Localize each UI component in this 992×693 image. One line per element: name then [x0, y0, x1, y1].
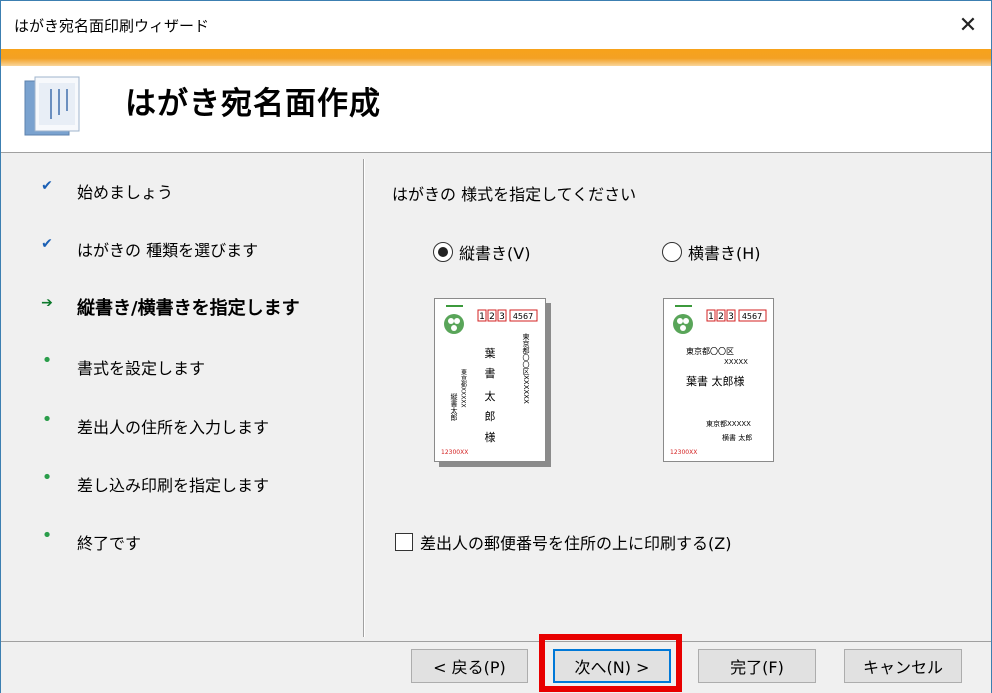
recipient-address-line2: XXXXX: [724, 358, 748, 366]
postal-digits-right: 4567: [513, 312, 533, 321]
sender-postal-checkbox[interactable]: [395, 533, 413, 551]
bullet-icon: •: [41, 467, 53, 488]
bullet-icon: •: [41, 525, 53, 546]
horizontal-postcard-preview[interactable]: 1 2 3 4567 東京都〇〇区 XXXXX 葉書 太郎様 東京都XXXXX …: [663, 298, 774, 462]
prompt-text: はがきの 様式を指定してください: [392, 185, 637, 204]
postal-digit: 1: [708, 312, 714, 322]
sender-postal-checkbox-row[interactable]: 差出人の郵便番号を住所の上に印刷する(Z): [395, 530, 731, 554]
bullet-icon: •: [41, 350, 53, 371]
accent-bar: [1, 49, 991, 66]
sender-postal-checkbox-label: 差出人の郵便番号を住所の上に印刷する(Z): [420, 534, 732, 553]
step-item: • 終了です: [1, 521, 363, 561]
postal-digit: 2: [718, 312, 724, 322]
cancel-button[interactable]: キャンセル: [844, 649, 962, 683]
window-title: はがき宛名面印刷ウィザード: [14, 17, 210, 35]
recipient-address: 東京都〇〇区: [686, 346, 734, 356]
postcard-illustration: 1 2 3 4567 東京都〇〇区 XXXXX 葉書 太郎様 東京都XXXXX …: [670, 305, 767, 456]
recipient-address: 東京都〇〇区XXXXXX: [522, 332, 530, 404]
postal-digit: 3: [499, 312, 505, 322]
step-label: 書式を設定します: [77, 359, 206, 378]
step-list-panel: ✔ 始めましょう ✔ はがきの 種類を選びます ➔ 縦書き/横書きを指定します • 書式を設定…: [1, 154, 363, 641]
options-panel: はがきの 様式を指定してください 縦書き(V) 横書き(H) 1 2 3 456…: [365, 154, 991, 641]
horizontal-radio[interactable]: 横書き(H): [662, 240, 761, 264]
step-label: 始めましょう: [77, 183, 174, 202]
recipient-name-char: 郎: [485, 409, 496, 423]
arrow-icon: ➔: [41, 295, 53, 311]
close-icon[interactable]: ✕: [945, 1, 991, 49]
postal-digits-right: 4567: [742, 312, 762, 321]
title-bar: はがき宛名面印刷ウィザード ✕: [1, 1, 991, 49]
button-bar: < 戻る(P) 次へ(N) > 完了(F) キャンセル: [1, 641, 991, 693]
vertical-postcard-preview[interactable]: 1 2 3 4567 東京都〇〇区XXXXXX 葉 書 太 郎 様 東京都XXX…: [434, 298, 546, 462]
wizard-document-icon: [24, 76, 80, 136]
sender-name: 横書 太郎: [722, 433, 752, 442]
step-item: ✔ はがきの 種類を選びます: [1, 228, 363, 268]
step-label: 縦書き/横書きを指定します: [77, 298, 300, 319]
postal-digit: 3: [728, 312, 734, 322]
step-item: • 差出人の住所を入力します: [1, 405, 363, 445]
wizard-window: はがき宛名面印刷ウィザード ✕ はがき宛名面作成 ✔ 始めましょう ✔ はがきの 種類…: [0, 0, 992, 693]
radio-button[interactable]: [433, 242, 453, 262]
step-item: • 差し込み印刷を指定します: [1, 463, 363, 503]
vertical-radio-label: 縦書き(V): [459, 244, 531, 263]
postal-digit: 1: [479, 312, 485, 322]
next-button-highlight: [539, 634, 682, 692]
header-title: はがき宛名面作成: [125, 86, 381, 122]
vertical-radio[interactable]: 縦書き(V): [433, 240, 530, 264]
step-label: 終了です: [77, 534, 142, 553]
step-label: はがきの 種類を選びます: [77, 241, 259, 260]
horizontal-radio-label: 横書き(H): [688, 244, 761, 263]
postcard-illustration: 1 2 3 4567 東京都〇〇区XXXXXX 葉 書 太 郎 様 東京都XXX…: [441, 305, 538, 456]
step-label: 差出人の住所を入力します: [77, 418, 270, 437]
step-label: 差し込み印刷を指定します: [77, 476, 270, 495]
recipient-name-char: 様: [485, 430, 496, 444]
sender-address: 東京都XXXXX: [460, 368, 467, 407]
sender-name: 縦書太郎: [450, 392, 458, 422]
sender-postal: 12300XX: [441, 449, 468, 456]
checkmark-icon: ✔: [41, 178, 53, 194]
sender-address: 東京都XXXXX: [706, 419, 751, 428]
recipient-name-char: 太: [485, 390, 496, 403]
back-button[interactable]: < 戻る(P): [411, 649, 528, 683]
recipient-name: 葉書 太郎様: [686, 374, 745, 388]
step-item: ➔ 縦書き/横書きを指定します: [1, 287, 363, 327]
sender-postal: 12300XX: [670, 449, 697, 456]
recipient-name-char: 葉: [485, 346, 496, 360]
radio-button[interactable]: [662, 242, 682, 262]
wizard-header: はがき宛名面作成: [1, 66, 991, 153]
checkmark-icon: ✔: [41, 236, 53, 252]
finish-button[interactable]: 完了(F): [698, 649, 816, 683]
postal-digit: 2: [489, 312, 495, 322]
bullet-icon: •: [41, 409, 53, 430]
recipient-name-char: 書: [485, 366, 496, 380]
step-item: • 書式を設定します: [1, 346, 363, 386]
step-item: ✔ 始めましょう: [1, 170, 363, 210]
